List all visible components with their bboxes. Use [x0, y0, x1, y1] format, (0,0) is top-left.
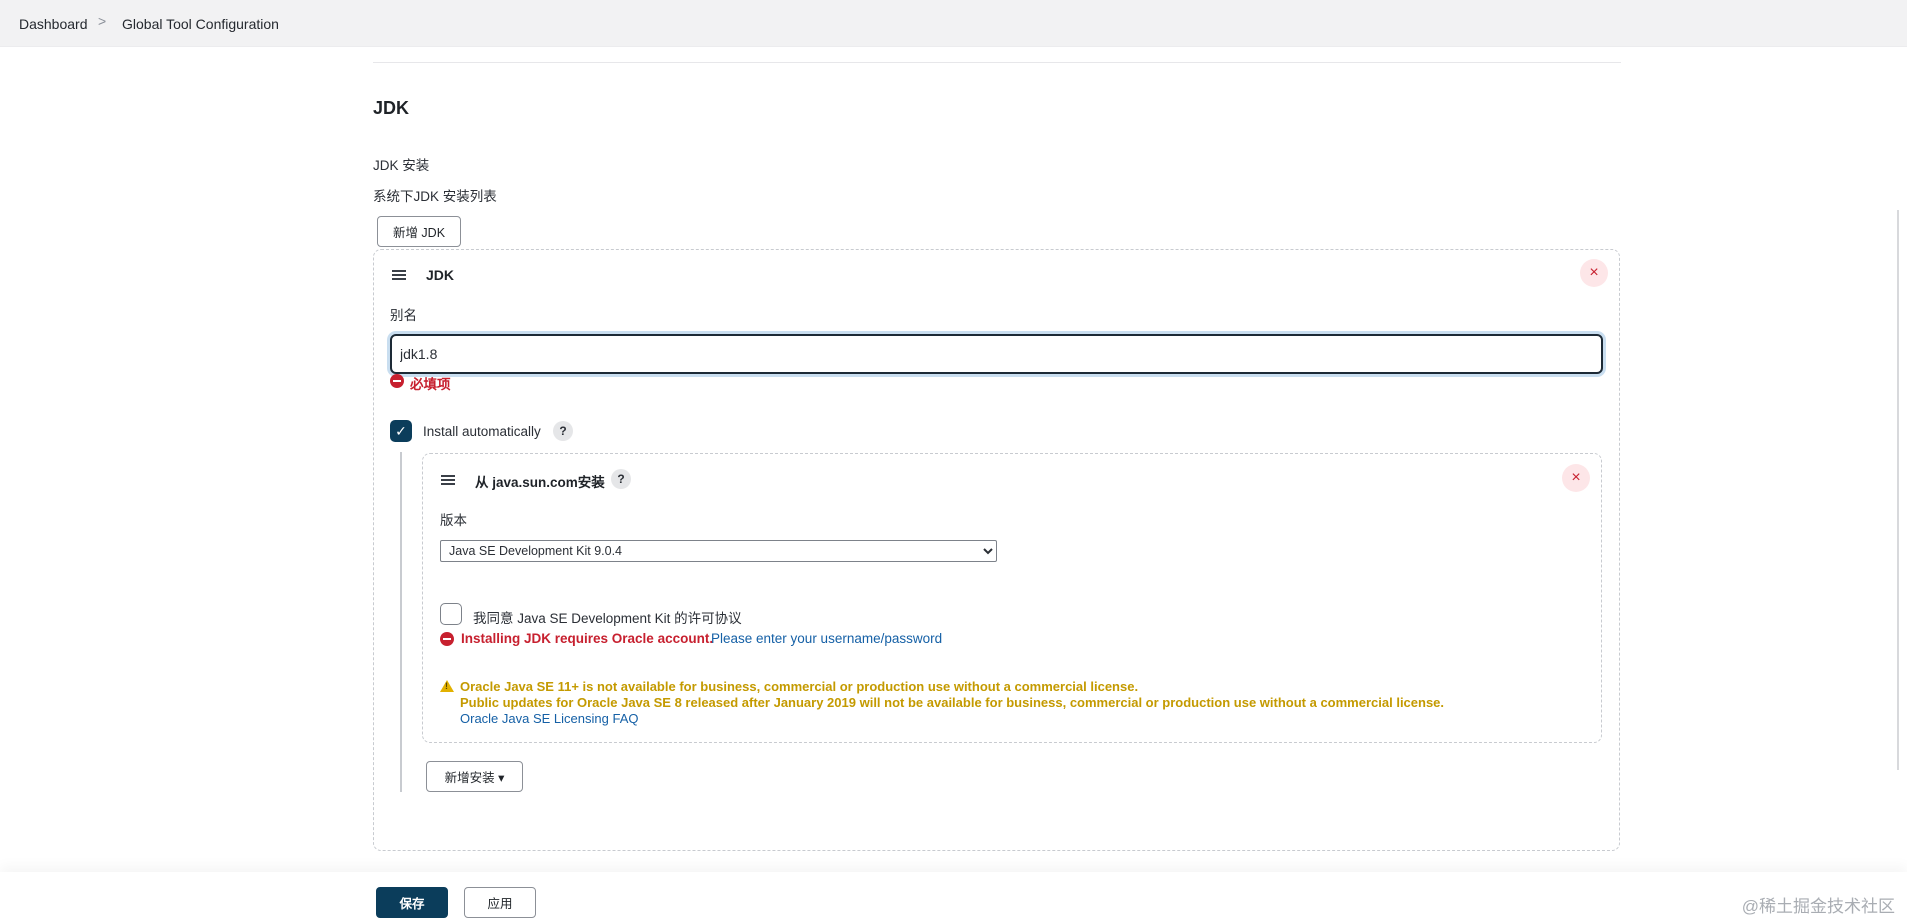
install-automatically-label: Install automatically: [423, 424, 541, 439]
scrollbar[interactable]: [1897, 210, 1899, 770]
close-icon[interactable]: ×: [1580, 259, 1608, 287]
oracle-credentials-link[interactable]: Please enter your username/password: [711, 631, 942, 646]
help-icon[interactable]: ?: [553, 421, 573, 441]
error-icon: [390, 374, 404, 388]
warning-line-1: Oracle Java SE 11+ is not available for …: [460, 679, 1139, 694]
breadcrumb-current[interactable]: Global Tool Configuration: [122, 16, 279, 32]
agree-license-checkbox[interactable]: [440, 603, 462, 625]
watermark: @稀土掘金技术社区: [1741, 897, 1895, 916]
check-icon: ✓: [395, 423, 407, 439]
breadcrumb-bar: Dashboard > Global Tool Configuration: [0, 0, 1907, 47]
version-label: 版本: [440, 513, 467, 528]
jdk-item-title: JDK: [426, 267, 455, 283]
install-automatically-checkbox[interactable]: ✓: [390, 420, 412, 442]
save-button[interactable]: 保存: [376, 887, 448, 918]
section-title: JDK: [373, 98, 410, 118]
jdk-install-description: 系统下JDK 安装列表: [373, 189, 497, 204]
close-icon[interactable]: ×: [1562, 464, 1590, 492]
bottom-action-bar: [0, 872, 1907, 919]
drag-handle-icon[interactable]: [392, 270, 406, 280]
licensing-faq-link[interactable]: Oracle Java SE Licensing FAQ: [460, 711, 638, 726]
alias-label: 别名: [390, 308, 417, 323]
oracle-account-error: Installing JDK requires Oracle account.: [461, 631, 714, 646]
drag-handle-icon[interactable]: [441, 475, 455, 485]
help-icon[interactable]: ?: [611, 469, 631, 489]
add-jdk-button[interactable]: 新增 JDK: [377, 216, 461, 247]
warning-line-2: Public updates for Oracle Java SE 8 rele…: [460, 695, 1445, 710]
nesting-line: [400, 452, 402, 792]
alias-error-text: 必填项: [410, 377, 451, 392]
add-installer-button[interactable]: 新增安装 ▾: [426, 761, 523, 792]
apply-button[interactable]: 应用: [464, 887, 536, 918]
warning-icon: [440, 680, 454, 692]
jdk-install-label: JDK 安装: [373, 158, 430, 173]
alias-input[interactable]: [390, 334, 1603, 374]
installer-title: 从 java.sun.com安装: [475, 475, 605, 490]
breadcrumb-dashboard[interactable]: Dashboard: [19, 16, 88, 32]
agree-license-label: 我同意 Java SE Development Kit 的许可协议: [473, 611, 742, 626]
version-select[interactable]: Java SE Development Kit 9.0.4: [440, 540, 997, 562]
error-icon: [440, 632, 454, 646]
top-divider: [373, 62, 1621, 63]
chevron-right-icon: >: [98, 13, 107, 29]
